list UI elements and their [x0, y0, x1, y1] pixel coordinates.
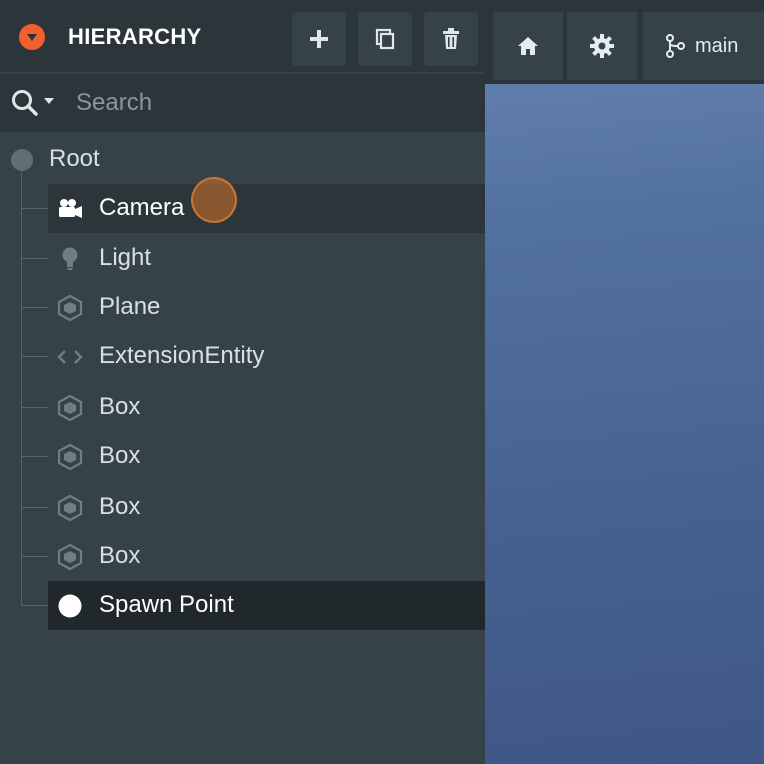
hierarchy-panel: HIERARCHY Search Root Camera Light Plane…: [0, 0, 485, 764]
plus-icon: [310, 30, 328, 48]
tree-item-label: Box: [99, 442, 141, 469]
hexagon-icon: [56, 543, 84, 571]
tree-item-box[interactable]: Box: [0, 383, 485, 432]
hexagon-icon: [56, 294, 84, 322]
branch-icon: [666, 34, 685, 58]
tree-item-label: Box: [99, 493, 141, 520]
hexagon-icon: [56, 494, 84, 522]
search-input[interactable]: [72, 86, 470, 120]
tree-item-label: Box: [99, 393, 141, 420]
code-icon: [56, 343, 84, 371]
tree-item-camera[interactable]: Camera: [0, 184, 485, 233]
spawn-point-icon: [56, 592, 84, 620]
tree-item-label: Plane: [99, 293, 161, 320]
search-bar: [0, 74, 485, 132]
tree-item-box[interactable]: Box: [0, 532, 485, 581]
tree-item-light[interactable]: Light: [0, 234, 485, 283]
lightbulb-icon: [56, 245, 84, 273]
duplicate-entity-button[interactable]: [358, 12, 412, 66]
tree-item-spawn-point[interactable]: Spawn Point: [0, 581, 485, 630]
tree-item-label: Root: [49, 145, 100, 172]
trash-icon: [443, 28, 459, 49]
duplicate-icon: [375, 28, 395, 50]
tree-item-root[interactable]: Root: [0, 135, 485, 184]
home-icon: [518, 37, 538, 55]
hexagon-icon: [56, 394, 84, 422]
tree-item-label: ExtensionEntity: [99, 342, 265, 369]
branch-label: main: [695, 34, 739, 57]
hexagon-icon: [56, 443, 84, 471]
search-filter-dropdown[interactable]: [11, 89, 57, 117]
tree-item-label: Box: [99, 542, 141, 569]
home-button[interactable]: [493, 12, 563, 80]
scene-viewport[interactable]: main: [485, 0, 764, 764]
tree-item-extensionentity[interactable]: ExtensionEntity: [0, 332, 485, 381]
tree-item-box[interactable]: Box: [0, 483, 485, 532]
tree-item-plane[interactable]: Plane: [0, 283, 485, 332]
root-icon: [11, 149, 33, 171]
search-icon: [12, 90, 54, 116]
branch-button[interactable]: main: [643, 12, 764, 80]
tree-item-box[interactable]: Box: [0, 432, 485, 481]
panel-title: HIERARCHY: [68, 24, 202, 49]
playcanvas-logo-icon: [19, 24, 45, 50]
tree-item-label: Light: [99, 244, 152, 271]
hierarchy-header: HIERARCHY: [0, 0, 485, 72]
camera-icon: [56, 195, 84, 223]
tree-item-label: Camera: [99, 194, 185, 221]
cursor-highlight: [191, 177, 237, 223]
delete-entity-button[interactable]: [424, 12, 478, 66]
add-entity-button[interactable]: [292, 12, 346, 66]
gear-icon: [590, 34, 614, 58]
settings-button[interactable]: [567, 12, 637, 80]
tree-item-label: Spawn Point: [99, 591, 234, 618]
